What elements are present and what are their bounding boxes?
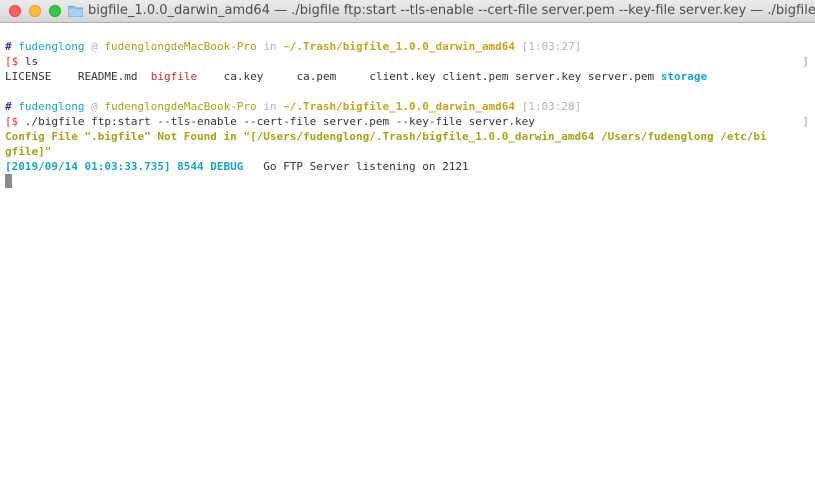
prompt-dollar: $ — [11, 55, 19, 68]
ls-entry: bigfile — [150, 70, 198, 83]
folder-icon — [68, 6, 83, 17]
config-warning: Config File ".bigfile" Not Found in "[/U… — [5, 130, 767, 143]
prompt-in: in — [263, 100, 277, 113]
prompt-time: [1:03:28] — [521, 100, 582, 113]
prompt-at: @ — [91, 100, 98, 113]
prompt-line: # fudenglong @ fudenglongdeMacBook-Pro i… — [5, 99, 815, 114]
prompt-time: [1:03:27] — [521, 40, 582, 53]
log-line: [2019/09/14 01:03:33.735] 8544 DEBUG Go … — [5, 159, 815, 174]
ls-entry: ca.pem — [296, 70, 337, 83]
ls-entry: LICENSE — [5, 70, 52, 83]
text-cursor — [5, 174, 12, 188]
log-message: Go FTP Server listening on 2121 — [263, 160, 469, 173]
ls-entry: client.pem — [442, 70, 509, 83]
terminal-content[interactable]: # fudenglong @ fudenglongdeMacBook-Pro i… — [0, 23, 815, 477]
prompt-hash: # — [5, 100, 12, 113]
ls-entry: ca.key — [223, 70, 264, 83]
log-timestamp: [2019/09/14 01:03:33.735] 8544 DEBUG — [5, 160, 244, 173]
prompt-dollar: $ — [11, 115, 19, 128]
command-line: [$ ./bigfile ftp:start --tls-enable --ce… — [5, 115, 809, 128]
ls-entry: server.pem — [587, 70, 655, 83]
config-warning-cont: gfile]" — [5, 145, 52, 158]
zoom-button[interactable] — [49, 5, 61, 17]
window-title: bigfile_1.0.0_darwin_amd64 — ./bigfile f… — [88, 3, 815, 18]
close-button[interactable] — [9, 5, 21, 17]
ls-entry: storage — [660, 70, 708, 83]
prompt-user: fudenglong — [18, 100, 85, 113]
minimize-button[interactable] — [29, 5, 41, 17]
command-line: [$ ls] — [5, 55, 809, 68]
ls-output: LICENSE README.md bigfile ca.key ca.pem … — [5, 69, 815, 84]
prompt-host: fudenglongdeMacBook-Pro — [104, 40, 257, 53]
prompt-host: fudenglongdeMacBook-Pro — [104, 100, 257, 113]
prompt-path: ~/.Trash/bigfile_1.0.0_darwin_amd64 — [283, 100, 515, 113]
command-text: ls — [24, 55, 39, 68]
prompt-hash: # — [5, 40, 12, 53]
title-bar[interactable]: bigfile_1.0.0_darwin_amd64 — ./bigfile f… — [0, 0, 815, 23]
prompt-in: in — [263, 40, 277, 53]
prompt-path: ~/.Trash/bigfile_1.0.0_darwin_amd64 — [283, 40, 515, 53]
cursor-line — [5, 174, 815, 189]
ls-entry: client.key — [369, 70, 436, 83]
ls-entry: README.md — [77, 70, 138, 83]
terminal-window: bigfile_1.0.0_darwin_amd64 — ./bigfile f… — [0, 0, 815, 477]
ls-entry: server.key — [515, 70, 582, 83]
prompt-user: fudenglong — [18, 40, 85, 53]
prompt-line: # fudenglong @ fudenglongdeMacBook-Pro i… — [5, 39, 815, 54]
prompt-at: @ — [91, 40, 98, 53]
command-text: ./bigfile ftp:start --tls-enable --cert-… — [24, 115, 535, 128]
